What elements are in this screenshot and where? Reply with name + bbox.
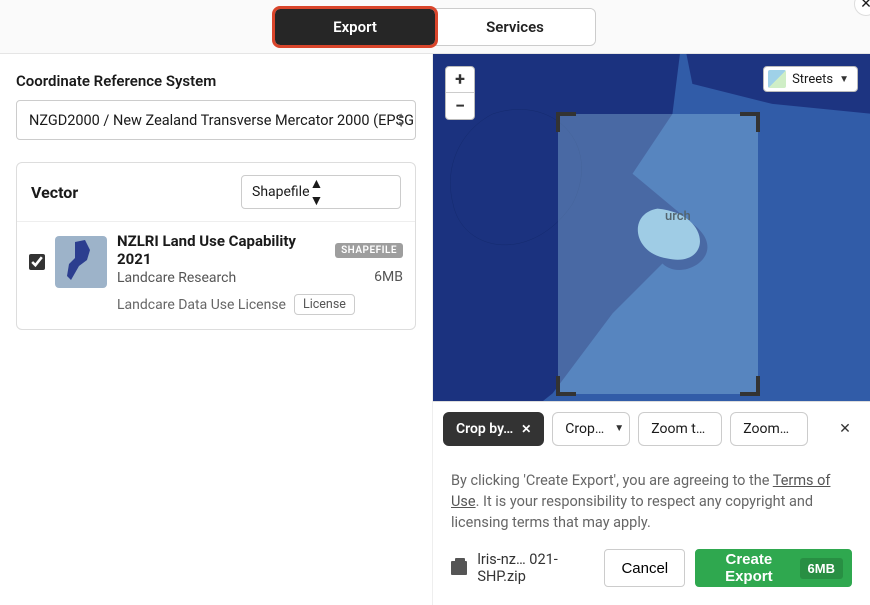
updown-icon: ▲▼	[397, 111, 405, 129]
map-toolbar: Crop by… ✕ Crop… ▼ Zoom t… Zoom… ✕	[433, 401, 870, 456]
crop-label: Crop…	[565, 421, 604, 437]
dataset-size: 6MB	[374, 269, 403, 285]
dataset-title: NZLRI Land Use Capability 2021	[117, 232, 327, 268]
export-footer: By clicking 'Create Export', you are agr…	[433, 456, 870, 605]
crop-by-button[interactable]: Crop by… ✕	[443, 412, 544, 446]
crop-rectangle[interactable]	[558, 114, 758, 394]
dataset-thumbnail	[55, 236, 107, 288]
zoom-to-button[interactable]: Zoom t…	[638, 412, 722, 446]
create-export-label: Create Export	[712, 551, 785, 585]
format-select[interactable]: Shapefile ▲▼	[241, 175, 401, 209]
updown-icon: ▲▼	[310, 175, 324, 209]
chevron-down-icon: ▼	[839, 74, 849, 85]
zoom-out-button[interactable]: −	[446, 93, 474, 119]
map[interactable]: urch + − Streets ▼	[433, 54, 870, 401]
zoom-control: + −	[445, 66, 475, 120]
tabs-bar: Export Services ✕	[0, 0, 870, 54]
dataset-license-text: Landcare Data Use License	[117, 297, 286, 313]
basemap-select[interactable]: Streets ▼	[763, 66, 858, 92]
zoom-in-button[interactable]: +	[446, 67, 474, 93]
chevron-down-icon: ▼	[614, 423, 624, 434]
zoom-dropdown[interactable]: Zoom…	[730, 412, 808, 446]
terms-text: By clicking 'Create Export', you are agr…	[451, 470, 852, 533]
dataset-checkbox[interactable]	[29, 254, 45, 270]
crop-handle-tr[interactable]	[740, 112, 760, 132]
zoom-to-label: Zoom t…	[651, 421, 705, 437]
crs-select[interactable]: NZGD2000 / New Zealand Transverse Mercat…	[16, 100, 416, 140]
vector-card: Vector Shapefile ▲▼ NZLRI Land Use Capab…	[16, 162, 416, 330]
basemap-thumb-icon	[768, 70, 786, 88]
crop-handle-bl[interactable]	[556, 376, 576, 396]
crop-dropdown[interactable]: Crop… ▼	[552, 412, 630, 446]
archive-icon	[451, 561, 467, 575]
zip-filename: lris-nz… 021-SHP.zip	[477, 551, 594, 585]
crop-handle-tl[interactable]	[556, 112, 576, 132]
toolbar-close-button[interactable]: ✕	[830, 414, 860, 444]
tab-services[interactable]: Services	[435, 9, 595, 45]
zoom-label: Zoom…	[743, 421, 789, 437]
format-badge: SHAPEFILE	[335, 243, 403, 258]
cancel-button[interactable]: Cancel	[604, 549, 685, 587]
crs-value: NZGD2000 / New Zealand Transverse Mercat…	[29, 112, 414, 129]
crs-label: Coordinate Reference System	[16, 72, 416, 90]
license-button[interactable]: License	[294, 294, 355, 315]
crop-handle-br[interactable]	[740, 376, 760, 396]
tab-export[interactable]: Export	[275, 9, 435, 45]
crop-by-label: Crop by…	[456, 421, 513, 437]
format-value: Shapefile	[252, 184, 310, 200]
close-icon[interactable]: ✕	[521, 422, 531, 436]
basemap-label: Streets	[792, 72, 833, 87]
export-options-panel: Coordinate Reference System NZGD2000 / N…	[0, 54, 432, 605]
create-export-button[interactable]: Create Export 6MB	[695, 549, 852, 587]
create-export-size: 6MB	[800, 558, 843, 579]
vector-title: Vector	[31, 183, 78, 202]
close-icon[interactable]: ✕	[854, 0, 870, 16]
dataset-publisher: Landcare Research	[117, 270, 236, 286]
